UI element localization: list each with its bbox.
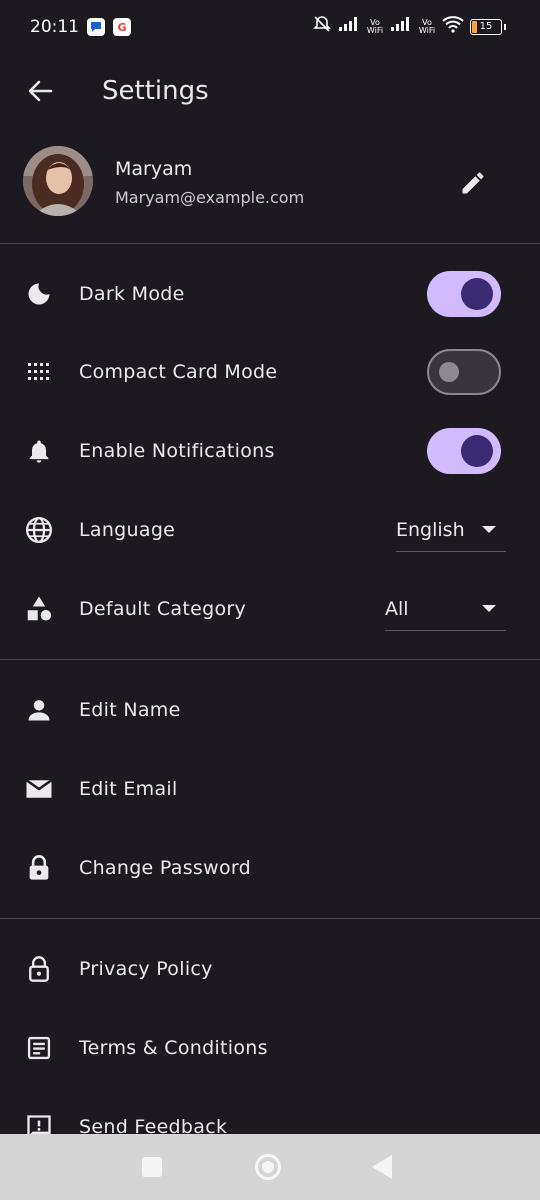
moon-icon	[22, 277, 56, 311]
arrow-left-icon	[28, 80, 53, 102]
privacy-policy-label: Privacy Policy	[79, 958, 213, 980]
lock-outline-icon	[22, 952, 56, 986]
default-category-label: Default Category	[79, 598, 247, 620]
pencil-icon	[462, 172, 484, 194]
setting-compact-card-mode[interactable]: Compact Card Mode	[0, 342, 540, 402]
document-icon	[22, 1031, 56, 1065]
category-shapes-icon	[22, 592, 56, 626]
app-bar: Settings	[0, 60, 540, 122]
setting-language: Language English	[0, 500, 540, 560]
divider	[0, 918, 540, 919]
compact-card-mode-toggle[interactable]	[427, 349, 501, 395]
dark-mode-label: Dark Mode	[79, 283, 185, 305]
privacy-policy-item[interactable]: Privacy Policy	[0, 939, 540, 999]
default-category-dropdown[interactable]: All	[385, 587, 506, 631]
status-bar: 20:11 G Vo WiFi Vo WiFi 15	[0, 0, 540, 54]
language-dropdown[interactable]: English	[396, 508, 506, 552]
terms-item[interactable]: Terms & Conditions	[0, 1018, 540, 1078]
language-label: Language	[79, 519, 176, 541]
caret-down-icon	[482, 605, 496, 612]
lock-icon	[22, 851, 56, 885]
divider	[0, 243, 540, 244]
system-nav-bar	[0, 1134, 540, 1200]
grid-dots-icon	[22, 355, 56, 389]
envelope-icon	[22, 772, 56, 806]
change-password-label: Change Password	[79, 857, 252, 879]
setting-default-category: Default Category All	[0, 579, 540, 639]
notifications-label: Enable Notifications	[79, 440, 275, 462]
dark-mode-toggle[interactable]	[427, 271, 501, 317]
change-password-item[interactable]: Change Password	[0, 838, 540, 898]
caret-down-icon	[482, 526, 496, 533]
bell-muted-icon	[312, 14, 332, 39]
edit-name-label: Edit Name	[79, 699, 181, 721]
avatar	[23, 146, 93, 216]
home-button[interactable]	[255, 1154, 281, 1180]
chat-bubble-icon	[87, 18, 105, 36]
bell-icon	[22, 434, 56, 468]
recents-button[interactable]	[142, 1157, 162, 1177]
default-category-value: All	[385, 597, 409, 620]
profile-header: Maryam Maryam@example.com	[0, 140, 540, 230]
edit-email-item[interactable]: Edit Email	[0, 759, 540, 819]
battery-icon: 15	[470, 18, 502, 35]
system-back-button[interactable]	[372, 1155, 392, 1179]
compact-card-mode-label: Compact Card Mode	[79, 361, 278, 383]
person-icon	[22, 693, 56, 727]
signal-icon	[338, 16, 360, 37]
setting-dark-mode[interactable]: Dark Mode	[0, 264, 540, 324]
terms-label: Terms & Conditions	[79, 1037, 268, 1059]
back-button[interactable]	[0, 60, 80, 122]
profile-email: Maryam@example.com	[115, 188, 305, 207]
vowifi-label: Vo WiFi	[418, 17, 436, 35]
language-value: English	[396, 518, 465, 541]
wifi-icon	[442, 15, 464, 38]
notifications-toggle[interactable]	[427, 428, 501, 474]
battery-level: 15	[479, 21, 493, 32]
profile-name: Maryam	[115, 158, 193, 180]
setting-notifications[interactable]: Enable Notifications	[0, 421, 540, 481]
divider	[0, 659, 540, 660]
signal-icon	[390, 16, 412, 37]
edit-name-item[interactable]: Edit Name	[0, 680, 540, 740]
edit-email-label: Edit Email	[79, 778, 178, 800]
page-title: Settings	[102, 76, 209, 106]
globe-icon	[22, 513, 56, 547]
vowifi-label: Vo WiFi	[366, 17, 384, 35]
edit-profile-button[interactable]	[454, 164, 492, 202]
status-time: 20:11	[30, 17, 79, 37]
google-icon: G	[113, 18, 131, 36]
